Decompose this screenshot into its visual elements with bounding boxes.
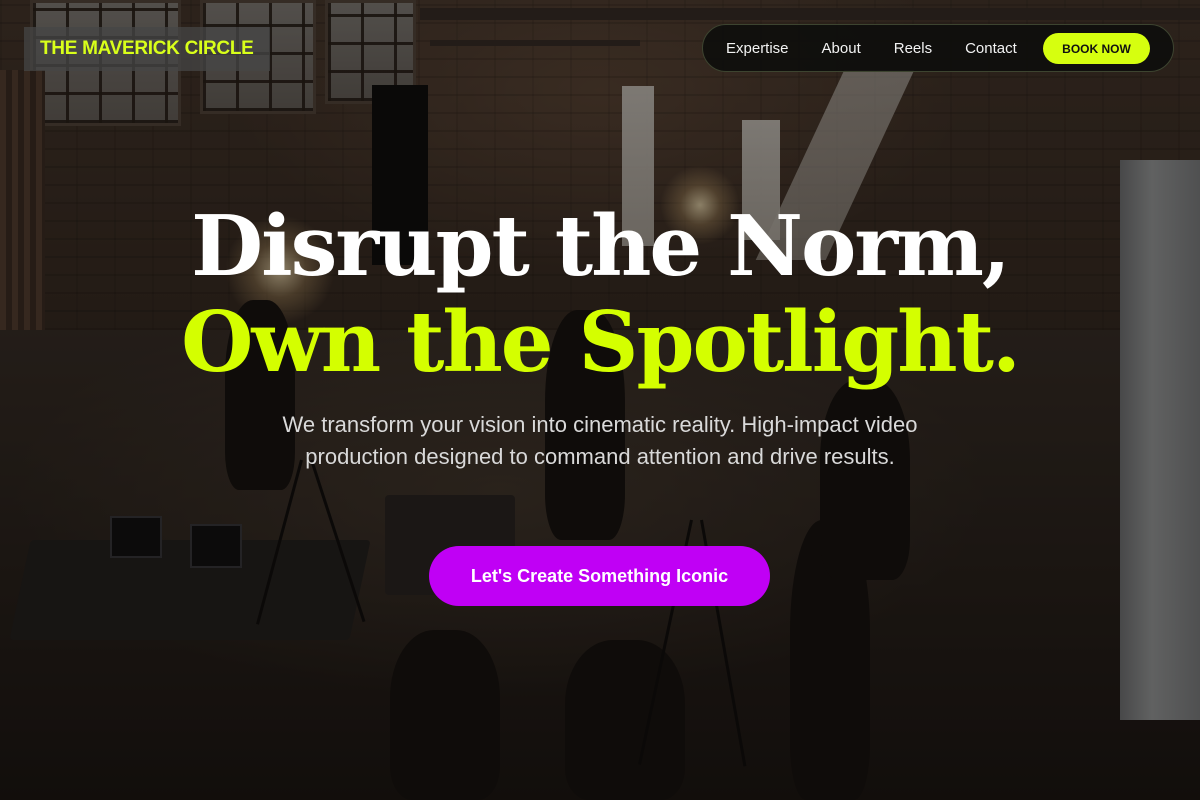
hero-section: Disrupt the Norm, Own the Spotlight. We … (0, 0, 1200, 800)
cta-button[interactable]: Let's Create Something Iconic (429, 546, 770, 606)
headline-line-1: Disrupt the Norm, (191, 197, 1011, 295)
hero-subheadline: We transform your vision into cinematic … (282, 412, 918, 469)
headline-line-2: Own the Spotlight. (181, 293, 1021, 391)
